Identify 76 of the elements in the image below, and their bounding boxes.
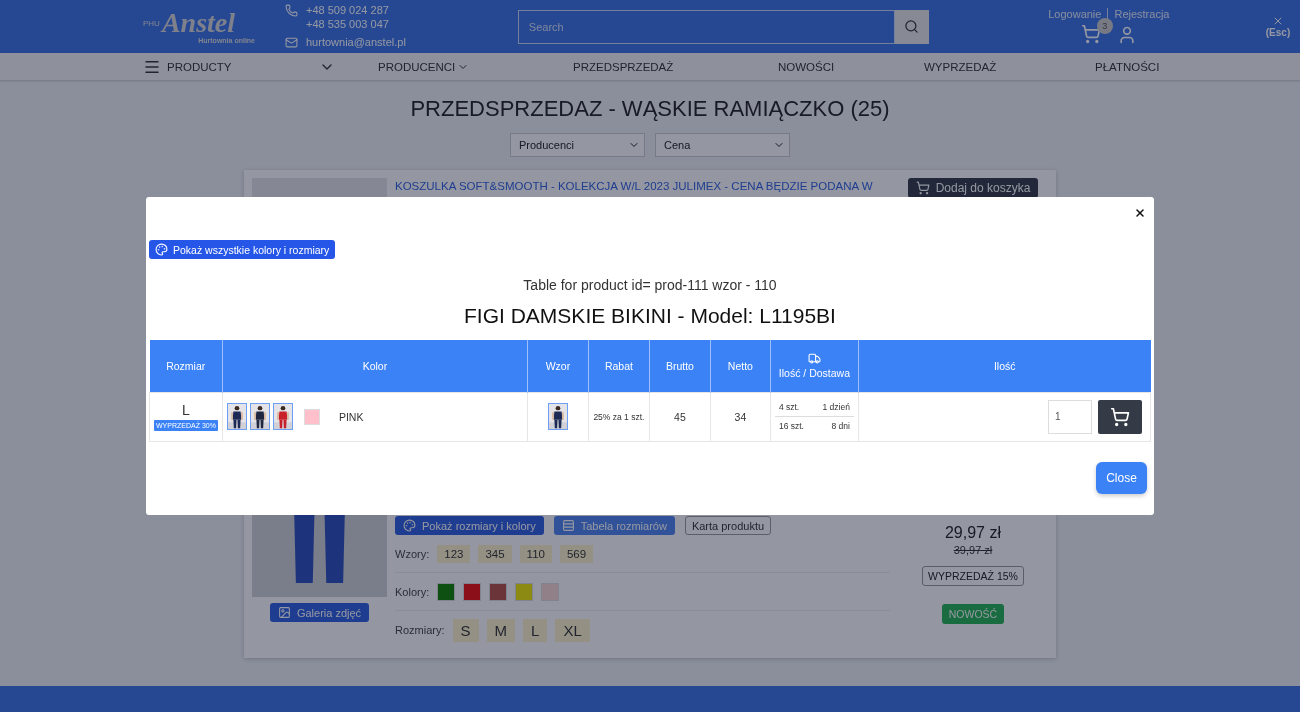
sale-badge: WYPRZEDAŻ 15% (922, 566, 1024, 586)
cart-count: 3 (1096, 17, 1113, 34)
phone-number: +48 509 024 287 (306, 4, 389, 16)
column-header: Netto (727, 359, 753, 372)
pattern-chip[interactable]: 569 (559, 544, 594, 563)
close-icon (1134, 207, 1146, 219)
color-swatch[interactable] (541, 582, 560, 601)
phone-icon (285, 4, 298, 17)
price: 29,97 zł (944, 524, 1001, 542)
size-chip[interactable]: M (486, 618, 516, 642)
close-icon[interactable] (1272, 15, 1284, 27)
cart-icon (1110, 406, 1130, 427)
stock-quantity: 16 szt. (778, 421, 804, 431)
add-to-cart-button[interactable] (1098, 399, 1142, 434)
palette-icon (403, 519, 416, 532)
size-label: L (182, 402, 190, 418)
quantity-field[interactable]: 1 (1048, 399, 1092, 434)
table-cell: 45 (649, 392, 711, 441)
sizes-label: Rozmiary: (395, 624, 445, 636)
dialog-title: FIGI DAMSKIE BIKINI - Model: L1195BI (463, 304, 837, 328)
column-header: Rabat (604, 359, 633, 372)
product-sheet-button[interactable]: Karta produktu (684, 516, 772, 535)
delivery-time: 8 dni (831, 421, 850, 431)
pattern-chip[interactable]: 123 (437, 544, 471, 563)
image-icon (277, 606, 291, 619)
column-header: Wzor (545, 359, 571, 372)
old-price: 39,97 zł (953, 544, 993, 556)
filter-select[interactable]: Cena (655, 133, 790, 157)
escape-hint: (Esc) (1265, 27, 1291, 38)
close-button[interactable]: Close (1096, 461, 1147, 494)
nav-link[interactable]: PRZEDSPRZEDAŻ (573, 60, 778, 73)
login-link[interactable]: Logowanie (1048, 7, 1102, 20)
new-badge: NOWOŚĆ (941, 604, 1005, 624)
filter-select[interactable]: Producenci (510, 133, 645, 157)
gallery-button[interactable]: Galeria zdjęć (269, 603, 370, 622)
page-title: PRZEDSPRZEDAZ - WĄSKIE RAMIĄCZKO (25) (410, 96, 890, 122)
size-chip[interactable]: XL (555, 618, 590, 642)
search-button[interactable] (894, 9, 929, 44)
column-header: Ilość (993, 359, 1016, 372)
nav-link[interactable]: PŁATNOŚCI (1095, 60, 1215, 73)
nav-link[interactable]: PRODUCENCI (378, 60, 573, 73)
size-chip[interactable]: L (523, 618, 548, 642)
mail-icon (285, 36, 298, 49)
color-swatch[interactable] (489, 582, 508, 601)
table-cell: 34 (710, 392, 771, 441)
show-sizes-button[interactable]: Pokaż rozmiary i kolory (395, 516, 544, 535)
palette-icon (155, 243, 168, 256)
phone-number: +48 535 003 047 (306, 18, 389, 30)
nav-link[interactable]: NOWOŚCI (778, 60, 924, 73)
color-swatch[interactable] (463, 582, 482, 601)
pattern-chip[interactable]: 345 (478, 544, 512, 563)
truck-icon (807, 352, 821, 366)
cart-icon[interactable] (1080, 23, 1101, 44)
column-header: Brutto (665, 359, 694, 372)
add-to-cart-button[interactable]: Dodaj do koszyka (907, 178, 1039, 198)
column-header: Rozmiar (166, 359, 206, 372)
color-swatch[interactable] (515, 582, 534, 601)
pattern-chip[interactable]: 110 (519, 544, 552, 563)
search-icon (904, 19, 920, 34)
search-field[interactable]: Search (517, 9, 895, 44)
products-menu[interactable]: PRODUCTY (143, 57, 378, 76)
size-chip[interactable]: S (452, 618, 479, 642)
cart-icon (915, 181, 930, 195)
product-title-link[interactable]: KOSZULKA SOFT&SMOOTH - KOLEKCJA W/L 2023 JULIMEX - CENA BĘDZIE PODANA W (395, 180, 890, 192)
patterns-label: Wzory: (395, 547, 430, 560)
dialog-subtitle: Table for product id= prod-111 wzor - 110 (522, 277, 778, 293)
size-table-button[interactable]: Tabela rozmiarów (553, 516, 675, 535)
email-address: hurtownia@anstel.pl (306, 36, 406, 48)
delivery-time: 1 dzień (822, 402, 850, 412)
stock-quantity: 4 szt. (778, 402, 800, 412)
colors-label: Kolory: (395, 585, 430, 598)
column-header: Ilość / Dostawa (778, 367, 850, 380)
table-cell: 25% za 1 szt. (588, 392, 650, 441)
nav-link[interactable]: WYPRZEDAŻ (924, 60, 1095, 73)
list-icon (561, 519, 575, 532)
color-swatch[interactable] (437, 582, 456, 601)
